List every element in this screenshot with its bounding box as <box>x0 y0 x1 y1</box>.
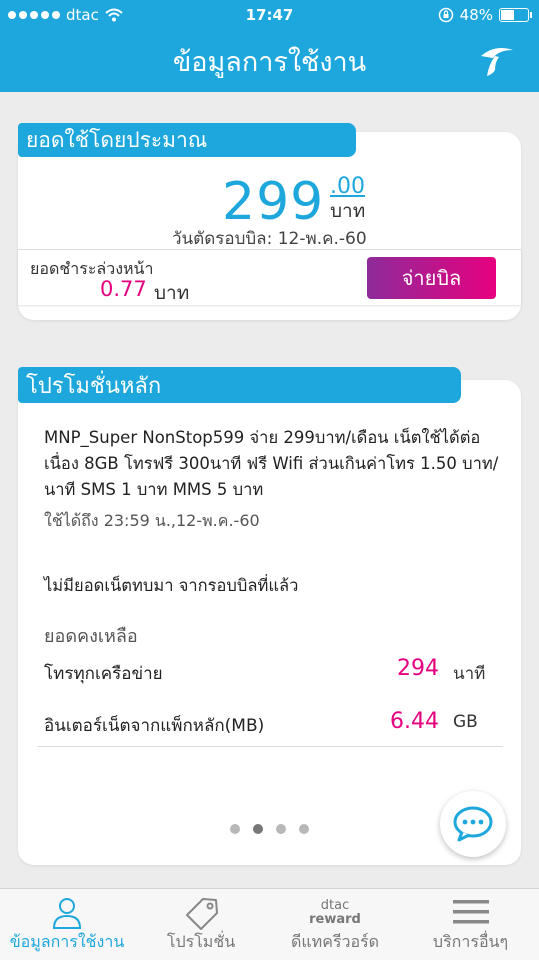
status-right: 48% <box>438 6 532 24</box>
status-bar: dtac 17:47 48% <box>0 0 539 30</box>
amount-unit: บาท <box>330 200 366 222</box>
usage-tag: ยอดใช้โดยประมาณ <box>18 123 356 157</box>
remaining-data-value: 6.44 <box>390 709 439 734</box>
tab-usage-label: ข้อมูลการใช้งาน <box>9 932 125 951</box>
battery-percent: 48% <box>459 6 493 24</box>
menu-icon <box>452 900 489 924</box>
promotion-expiry: ใช้ได้ถึง 23:59 น.,12-พ.ค.-60 <box>44 511 260 530</box>
battery-icon <box>499 8 532 22</box>
tab-dtac-reward-label: ดีแทครีวอร์ด <box>290 932 380 951</box>
usage-amount: 299 .00 บาท <box>0 172 539 232</box>
remaining-title: ยอดคงเหลือ <box>44 626 138 647</box>
reward-brand: dtac <box>320 898 350 913</box>
advance-payment-amount: 0.77 <box>100 277 147 301</box>
promotion-tag: โปรโมชั่นหลัก <box>18 367 461 403</box>
chat-bubble-icon <box>453 806 493 842</box>
remaining-data-unit: GB <box>453 712 478 732</box>
bill-cycle-date: วันตัดรอบบิล: 12-พ.ค.-60 <box>172 229 367 249</box>
no-rollover-note: ไม่มียอดเน็ตทบมา จากรอบบิลที่แล้ว <box>44 576 299 595</box>
tab-other-services[interactable]: บริการอื่นๆ <box>402 889 539 960</box>
tab-dtac-reward[interactable]: dtac reward ดีแทครีวอร์ด <box>268 889 402 960</box>
user-icon <box>52 898 82 929</box>
page-indicator[interactable] <box>230 824 309 834</box>
tab-other-services-label: บริการอื่นๆ <box>432 932 509 951</box>
page-dot[interactable] <box>299 824 309 834</box>
dtac-reward-icon: dtac reward <box>268 899 402 927</box>
page-dot[interactable] <box>230 824 240 834</box>
tab-promotion-label: โปรโมชั่น <box>166 932 236 951</box>
rotation-lock-icon <box>438 7 453 23</box>
page-title: ข้อมูลการใช้งาน <box>172 47 367 78</box>
tag-icon <box>186 898 218 930</box>
pay-bill-button[interactable]: จ่ายบิล <box>367 257 496 299</box>
reward-word: reward <box>309 912 361 927</box>
advance-payment-strip: ยอดชำระล่วงหน้า 0.77 บาท จ่ายบิล <box>18 249 521 305</box>
tab-usage[interactable]: ข้อมูลการใช้งาน <box>0 889 134 960</box>
advance-payment-unit: บาท <box>154 282 190 304</box>
divider <box>37 746 503 747</box>
app-header: dtac 17:47 48% ข้อมูลการใช้งาน <box>0 0 539 92</box>
tab-promotion[interactable]: โปรโมชั่น <box>134 889 268 960</box>
remaining-data-label: อินเตอร์เน็ตจากแพ็กหลัก(MB) <box>44 716 265 736</box>
bottom-tab-bar: ข้อมูลการใช้งาน โปรโมชั่น dtac reward ดี… <box>0 888 539 960</box>
remaining-call-value: 294 <box>397 656 439 681</box>
page-dot-active[interactable] <box>253 824 263 834</box>
remaining-call-unit: นาที <box>453 664 486 684</box>
promotion-description: MNP_Super NonStop599 จ่าย 299บาท/เดือน เ… <box>44 428 499 499</box>
remaining-call-label: โทรทุกเครือข่าย <box>44 664 163 684</box>
dtac-logo-icon[interactable] <box>473 40 517 80</box>
chat-button[interactable] <box>440 791 506 857</box>
page-dot[interactable] <box>276 824 286 834</box>
battery-fill <box>501 10 515 20</box>
amount-value: 299 <box>222 172 325 232</box>
